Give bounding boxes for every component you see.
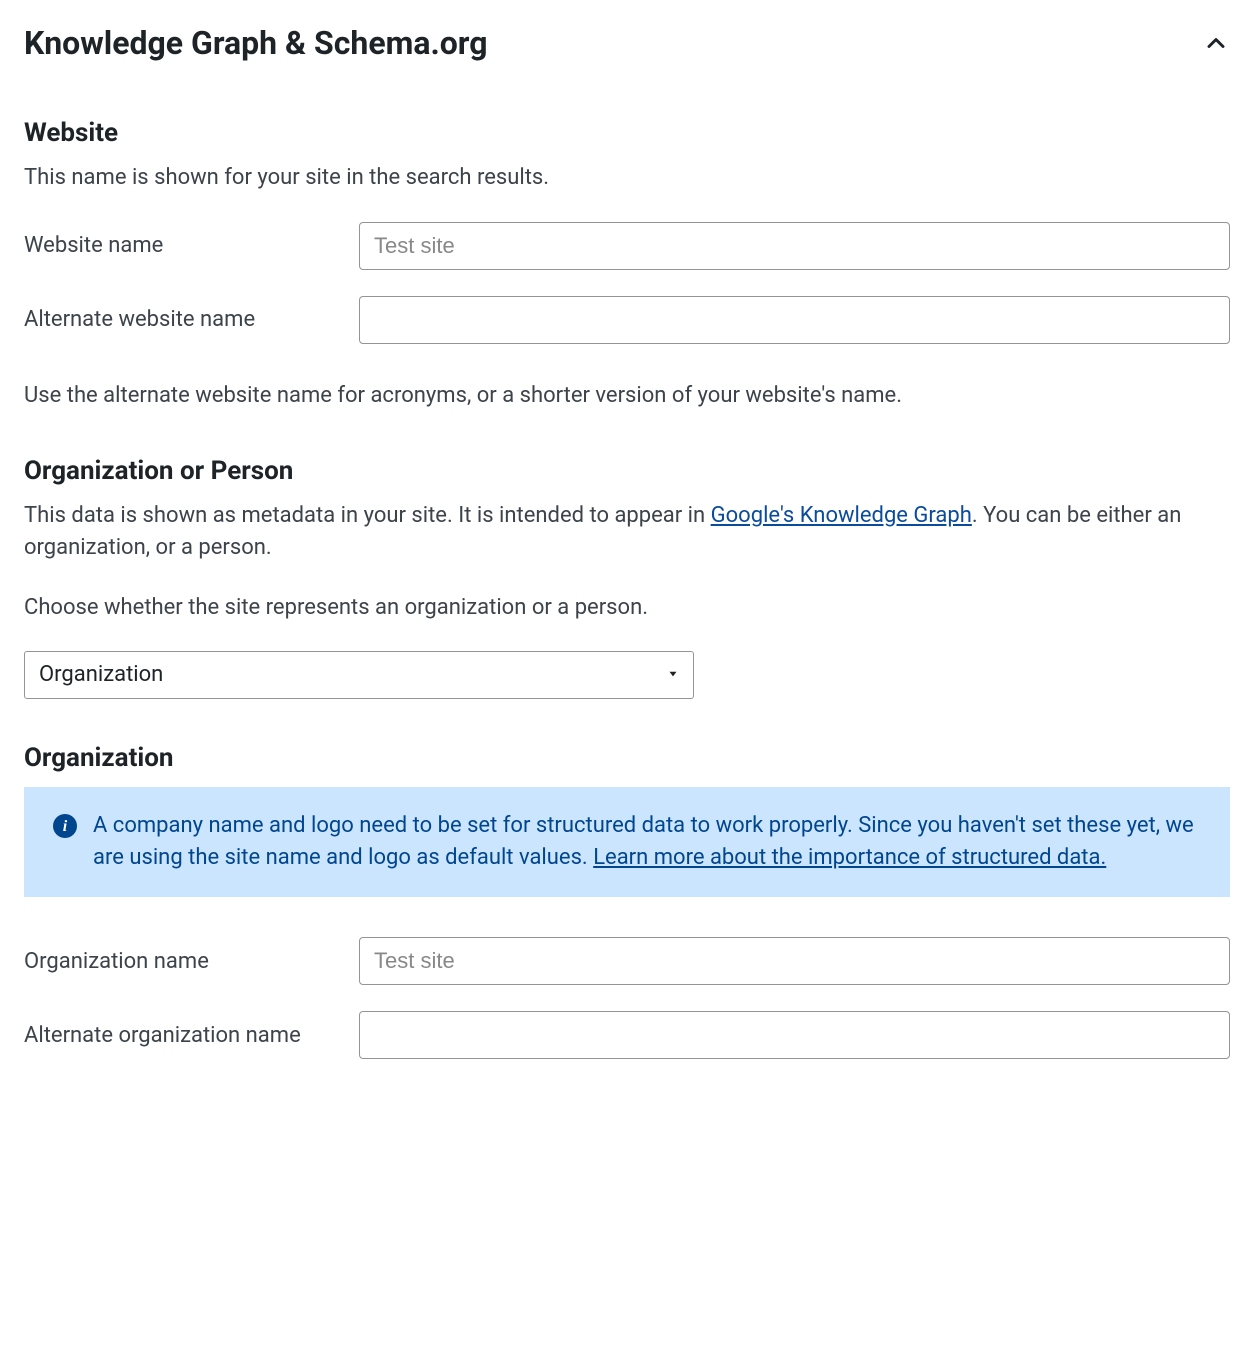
structured-data-learn-more-link[interactable]: Learn more about the importance of struc… [593,845,1106,870]
org-person-select-wrap: Organization [24,651,694,699]
org-person-description: This data is shown as metadata in your s… [24,500,1230,564]
alt-organization-name-input[interactable] [359,1011,1230,1059]
organization-name-input[interactable] [359,937,1230,985]
org-person-select[interactable]: Organization [24,651,694,699]
organization-name-row: Organization name [24,937,1230,985]
info-icon: i [53,814,77,838]
chevron-up-icon [1202,29,1230,57]
panel-header: Knowledge Graph & Schema.org [24,24,1230,62]
knowledge-graph-link[interactable]: Google's Knowledge Graph [711,503,972,528]
organization-name-label: Organization name [24,949,359,974]
organization-info-alert: i A company name and logo need to be set… [24,787,1230,897]
org-person-section: Organization or Person This data is show… [24,456,1230,700]
website-heading: Website [24,118,1230,148]
alt-organization-name-row: Alternate organization name [24,1011,1230,1059]
website-name-input[interactable] [359,222,1230,270]
website-description: This name is shown for your site in the … [24,162,1230,194]
website-section: Website This name is shown for your site… [24,118,1230,412]
alt-organization-name-label: Alternate organization name [24,1023,359,1048]
alt-website-name-input[interactable] [359,296,1230,344]
website-name-label: Website name [24,233,359,258]
panel-title: Knowledge Graph & Schema.org [24,24,488,62]
alt-website-name-label: Alternate website name [24,307,359,332]
org-person-desc-prefix: This data is shown as metadata in your s… [24,503,711,528]
choose-org-person-label: Choose whether the site represents an or… [24,592,1230,624]
website-name-row: Website name [24,222,1230,270]
organization-section: Organization i A company name and logo n… [24,743,1230,1059]
alt-website-name-row: Alternate website name [24,296,1230,344]
alt-name-note: Use the alternate website name for acron… [24,380,1230,412]
organization-heading: Organization [24,743,1230,773]
organization-info-text: A company name and logo need to be set f… [93,810,1207,874]
org-person-heading: Organization or Person [24,456,1230,486]
collapse-toggle[interactable] [1202,29,1230,57]
